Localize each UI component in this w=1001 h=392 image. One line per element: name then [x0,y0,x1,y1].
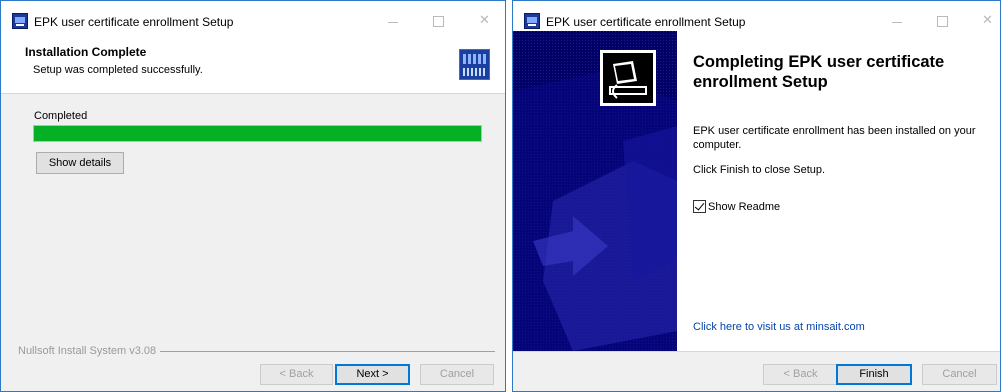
show-readme-checkbox[interactable] [693,200,706,213]
installed-message: EPK user certificate enrollment has been… [693,125,976,151]
installer-app-icon [524,13,540,29]
back-button[interactable]: < Back [260,364,333,385]
branding-text: Nullsoft Install System v3.08 [18,345,161,357]
wizard-side-banner [513,31,677,351]
website-link[interactable]: Click here to visit us at minsait.com [693,321,865,333]
minimize-icon[interactable] [892,22,902,23]
show-readme-label[interactable]: Show Readme [708,201,780,213]
title-bar[interactable]: EPK user certificate enrollment Setup ✕ [513,1,1000,31]
page-title: Completing EPK user certificate enrollme… [693,53,945,91]
status-label: Completed [34,110,88,122]
page-subtitle: Setup was completed successfully. [33,64,203,76]
maximize-icon[interactable] [937,16,948,27]
back-button[interactable]: < Back [763,364,838,385]
window-title: EPK user certificate enrollment Setup [546,15,746,29]
page-title: Installation Complete [25,45,147,59]
banner-graphic [513,31,677,351]
title-bar[interactable]: EPK user certificate enrollment Setup ✕ [1,1,505,31]
next-button[interactable]: Next > [335,364,410,385]
close-icon[interactable]: ✕ [479,13,490,28]
cancel-button[interactable]: Cancel [922,364,997,385]
minimize-icon[interactable] [388,22,398,23]
progress-bar [33,125,482,142]
installer-computer-icon [600,50,656,106]
wizard-content: Completing EPK user certificate enrollme… [677,31,1000,351]
progress-bar-fill [34,126,481,141]
maximize-icon[interactable] [433,16,444,27]
setup-window-installation-complete: EPK user certificate enrollment Setup ✕ … [0,0,506,392]
wizard-header: Installation Complete Setup was complete… [1,31,505,94]
show-details-button[interactable]: Show details [36,152,124,174]
close-icon[interactable]: ✕ [982,13,993,28]
cancel-button[interactable]: Cancel [420,364,494,385]
window-title: EPK user certificate enrollment Setup [34,15,234,29]
finish-button[interactable]: Finish [836,364,912,385]
installer-app-icon [12,13,28,29]
setup-window-completing: EPK user certificate enrollment Setup ✕ [512,0,1001,392]
finish-hint: Click Finish to close Setup. [693,164,826,176]
header-logo-icon [459,49,490,80]
